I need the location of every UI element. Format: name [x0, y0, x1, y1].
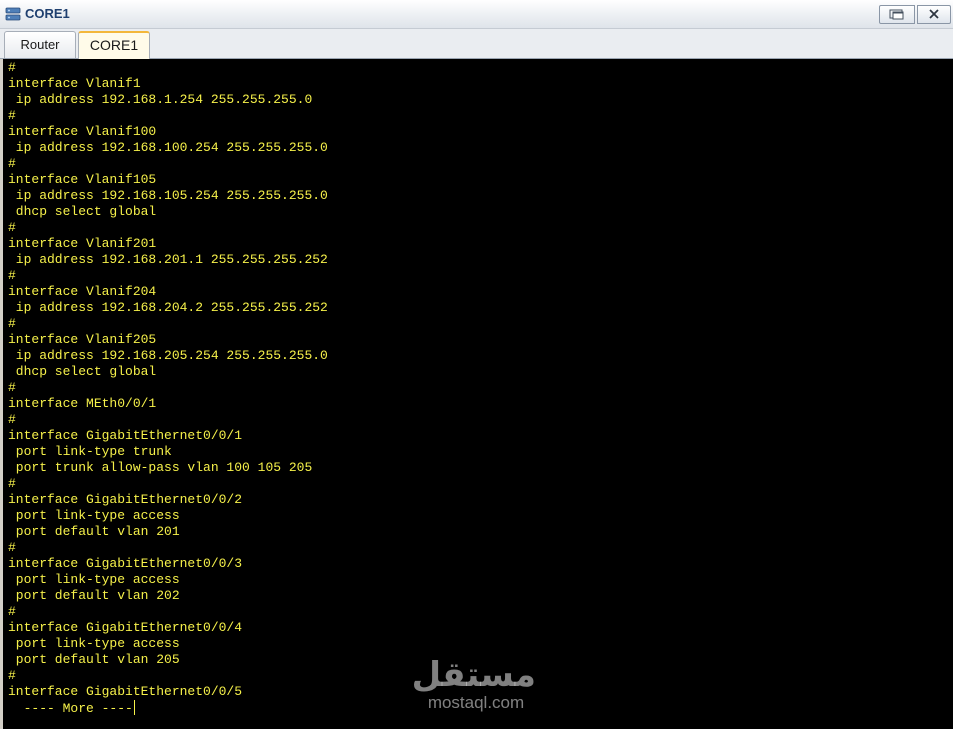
terminal-line: port link-type access [8, 508, 180, 523]
tab-core1[interactable]: CORE1 [78, 31, 150, 59]
terminal-line: # [8, 604, 16, 619]
terminal-line: port link-type access [8, 636, 180, 651]
terminal-line: port trunk allow-pass vlan 100 105 205 [8, 460, 313, 475]
terminal-line: interface GigabitEthernet0/0/1 [8, 428, 243, 443]
tab-router[interactable]: Router [4, 31, 76, 58]
terminal-line: ip address 192.168.201.1 255.255.255.252 [8, 252, 328, 267]
watermark: مستقل mostaql.com [411, 655, 536, 712]
terminal-line: # [8, 108, 16, 123]
close-button[interactable] [917, 5, 951, 24]
terminal-line: interface GigabitEthernet0/0/4 [8, 620, 243, 635]
window-title-bar: CORE1 [0, 0, 953, 29]
terminal-line: # [8, 220, 16, 235]
terminal-line: # [8, 476, 16, 491]
terminal-line: dhcp select global [8, 364, 157, 379]
terminal-line: ip address 192.168.204.2 255.255.255.252 [8, 300, 328, 315]
terminal-line: ip address 192.168.1.254 255.255.255.0 [8, 92, 313, 107]
terminal-line: interface Vlanif1 [8, 76, 141, 91]
terminal-line: interface Vlanif201 [8, 236, 157, 251]
terminal-line: # [8, 412, 16, 427]
restore-icon [889, 9, 904, 20]
terminal-line: interface MEth0/0/1 [8, 396, 157, 411]
terminal-line: interface Vlanif105 [8, 172, 157, 187]
close-icon [929, 9, 939, 19]
terminal-line: port default vlan 205 [8, 652, 180, 667]
watermark-logo: مستقل [411, 655, 536, 695]
terminal-line: # [8, 268, 16, 283]
text-cursor [133, 700, 135, 715]
terminal-console[interactable]: # interface Vlanif1 ip address 192.168.1.… [0, 59, 953, 729]
terminal-output: # interface Vlanif1 ip address 192.168.1.… [8, 60, 328, 716]
tab-strip: Router CORE1 [0, 29, 953, 59]
restore-button[interactable] [879, 5, 915, 24]
terminal-line: ip address 192.168.205.254 255.255.255.0 [8, 348, 328, 363]
terminal-line: # [8, 156, 16, 171]
terminal-line: # [8, 668, 16, 683]
terminal-line: # [8, 540, 16, 555]
window-title: CORE1 [25, 6, 70, 21]
terminal-line: interface Vlanif204 [8, 284, 157, 299]
terminal-line: interface Vlanif205 [8, 332, 157, 347]
terminal-line: interface Vlanif100 [8, 124, 157, 139]
terminal-line: interface GigabitEthernet0/0/2 [8, 492, 243, 507]
terminal-line: port default vlan 201 [8, 524, 180, 539]
terminal-line: # [8, 316, 16, 331]
terminal-line: # [8, 380, 16, 395]
terminal-line: port link-type access [8, 572, 180, 587]
terminal-line: dhcp select global [8, 204, 157, 219]
terminal-line: ip address 192.168.100.254 255.255.255.0 [8, 140, 328, 155]
terminal-line: # [8, 60, 16, 75]
more-prompt: ---- More ---- [8, 700, 328, 716]
terminal-line: port link-type trunk [8, 444, 172, 459]
watermark-site: mostaql.com [427, 693, 525, 712]
terminal-line: interface GigabitEthernet0/0/5 [8, 684, 243, 699]
terminal-line: interface GigabitEthernet0/0/3 [8, 556, 243, 571]
terminal-line: port default vlan 202 [8, 588, 180, 603]
network-device-icon [5, 7, 21, 21]
more-prompt-text: ---- More ---- [8, 701, 133, 716]
terminal-line: ip address 192.168.105.254 255.255.255.0 [8, 188, 328, 203]
